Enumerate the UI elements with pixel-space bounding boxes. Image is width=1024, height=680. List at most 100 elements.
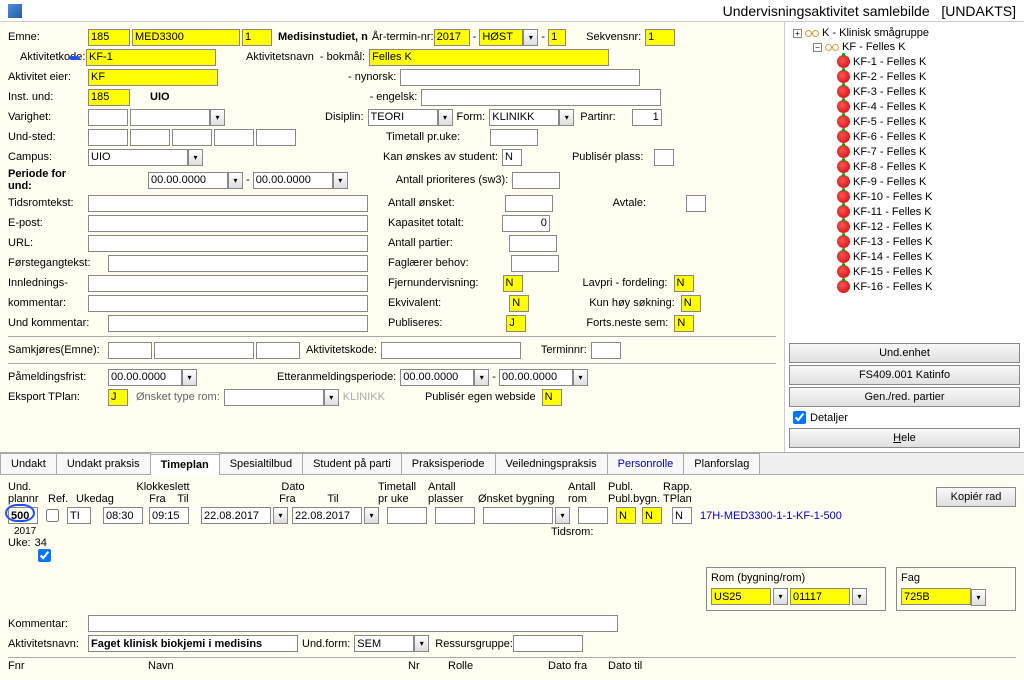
genred-button[interactable]: Gen./red. partier <box>789 387 1020 407</box>
campus-field[interactable] <box>88 149 188 166</box>
disiplin-field[interactable] <box>368 109 438 126</box>
termnr-field[interactable] <box>548 29 566 46</box>
publ1[interactable] <box>616 507 636 524</box>
pameld-field[interactable] <box>108 369 182 386</box>
avtale-field[interactable] <box>686 195 706 212</box>
undsted-5[interactable] <box>256 129 296 146</box>
tab-student-på-parti[interactable]: Student på parti <box>302 453 402 474</box>
periode1-dropdown[interactable]: ▾ <box>228 172 243 189</box>
tree-root[interactable]: +K - Klinisk smågruppe <box>789 26 1020 40</box>
emne-field-1[interactable] <box>88 29 130 46</box>
collapse-icon[interactable]: − <box>813 43 822 52</box>
periode-1[interactable] <box>148 172 228 189</box>
campus-dropdown[interactable]: ▾ <box>188 149 203 166</box>
fra-time[interactable] <box>103 507 143 524</box>
form-field[interactable] <box>489 109 559 126</box>
epost-field[interactable] <box>88 215 368 232</box>
tree-leaf[interactable]: KF-2 - Felles K <box>789 69 1020 84</box>
tree-leaf[interactable]: KF-3 - Felles K <box>789 84 1020 99</box>
fag-field[interactable] <box>901 588 971 605</box>
undsted-3[interactable] <box>172 129 212 146</box>
undsted-1[interactable] <box>88 129 128 146</box>
etter2-field[interactable] <box>499 369 573 386</box>
tree-leaf[interactable]: KF-5 - Felles K <box>789 114 1020 129</box>
varighet-field-2[interactable] <box>130 109 210 126</box>
fra-dato-dropdown[interactable]: ▾ <box>273 507 288 524</box>
aktkode-field[interactable] <box>86 49 216 66</box>
innled-field[interactable] <box>88 275 368 292</box>
samkj-3[interactable] <box>256 342 300 359</box>
aktnavn-lower-field[interactable] <box>88 635 298 652</box>
antrom-row[interactable] <box>578 507 608 524</box>
varighet-field[interactable] <box>88 109 128 126</box>
onskrom-field[interactable] <box>224 389 324 406</box>
undenhet-button[interactable]: Und.enhet <box>789 343 1020 363</box>
undform-dropdown[interactable]: ▾ <box>414 635 429 652</box>
undkomm-field[interactable] <box>108 315 368 332</box>
til-time[interactable] <box>149 507 189 524</box>
etter2-dropdown[interactable]: ▾ <box>573 369 588 386</box>
antpart-field[interactable] <box>509 235 557 252</box>
bygning-dropdown[interactable]: ▾ <box>555 507 570 524</box>
bokmal-field[interactable] <box>369 49 609 66</box>
rom-rom-dropdown[interactable]: ▾ <box>852 588 867 605</box>
tree-leaf[interactable]: KF-6 - Felles K <box>789 129 1020 144</box>
tab-undakt-praksis[interactable]: Undakt praksis <box>56 453 151 474</box>
rom-rom[interactable] <box>790 588 850 605</box>
undform-field[interactable] <box>354 635 414 652</box>
tree-leaf[interactable]: KF-10 - Felles K <box>789 189 1020 204</box>
rapp-tplan[interactable] <box>672 507 692 524</box>
tree-leaf[interactable]: KF-11 - Felles K <box>789 204 1020 219</box>
kunhoy-field[interactable] <box>681 295 701 312</box>
tree-leaf[interactable]: KF-8 - Felles K <box>789 159 1020 174</box>
fjern-field[interactable] <box>503 275 523 292</box>
undsted-2[interactable] <box>130 129 170 146</box>
nynorsk-field[interactable] <box>400 69 640 86</box>
partinr-field[interactable] <box>632 109 662 126</box>
periode2-dropdown[interactable]: ▾ <box>333 172 348 189</box>
timetall-field[interactable] <box>490 129 538 146</box>
bygning-row[interactable] <box>483 507 553 524</box>
instund-field-1[interactable] <box>88 89 130 106</box>
pameld-dropdown[interactable]: ▾ <box>182 369 197 386</box>
varighet-dropdown[interactable]: ▾ <box>210 109 225 126</box>
rom-bygning[interactable] <box>711 588 771 605</box>
forts-field[interactable] <box>674 315 694 332</box>
publweb-field[interactable] <box>542 389 562 406</box>
engelsk-field[interactable] <box>421 89 661 106</box>
ukedag-field[interactable] <box>67 507 91 524</box>
plasser-row[interactable] <box>435 507 475 524</box>
emne-field-3[interactable] <box>242 29 272 46</box>
tab-timeplan[interactable]: Timeplan <box>150 454 220 475</box>
tab-veiledningspraksis[interactable]: Veiledningspraksis <box>495 453 608 474</box>
uke-checkbox[interactable] <box>38 549 51 562</box>
tab-undakt[interactable]: Undakt <box>0 453 57 474</box>
ref-checkbox[interactable] <box>46 509 59 522</box>
disiplin-dropdown[interactable]: ▾ <box>438 109 453 126</box>
undsted-4[interactable] <box>214 129 254 146</box>
ressurs-field[interactable] <box>513 635 583 652</box>
hele-button[interactable]: Hele <box>789 428 1020 448</box>
year-field[interactable] <box>434 29 470 46</box>
akteier-field[interactable] <box>88 69 218 86</box>
tree-sub[interactable]: −KF - Felles K <box>789 40 1020 54</box>
til-dato[interactable] <box>292 507 362 524</box>
tab-spesialtilbud[interactable]: Spesialtilbud <box>219 453 303 474</box>
tidsrom-field[interactable] <box>88 195 368 212</box>
faglar-field[interactable] <box>511 255 559 272</box>
kommentar-lower-field[interactable] <box>88 615 618 632</box>
samkj-2[interactable] <box>154 342 254 359</box>
url-field[interactable] <box>88 235 368 252</box>
tab-praksisperiode[interactable]: Praksisperiode <box>401 453 496 474</box>
row-link[interactable]: 17H-MED3300-1-1-KF-1-500 <box>700 510 842 522</box>
publ2[interactable] <box>642 507 662 524</box>
detaljer-checkbox[interactable] <box>793 411 806 424</box>
etter1-field[interactable] <box>400 369 474 386</box>
eksport-field[interactable] <box>108 389 128 406</box>
rom-bygning-dropdown[interactable]: ▾ <box>773 588 788 605</box>
term-dropdown[interactable]: ▾ <box>523 29 538 46</box>
katinfo-button[interactable]: FS409.001 Katinfo <box>789 365 1020 385</box>
antpri-field[interactable] <box>512 172 560 189</box>
lavpri-field[interactable] <box>674 275 694 292</box>
aktkode2-field[interactable] <box>381 342 521 359</box>
